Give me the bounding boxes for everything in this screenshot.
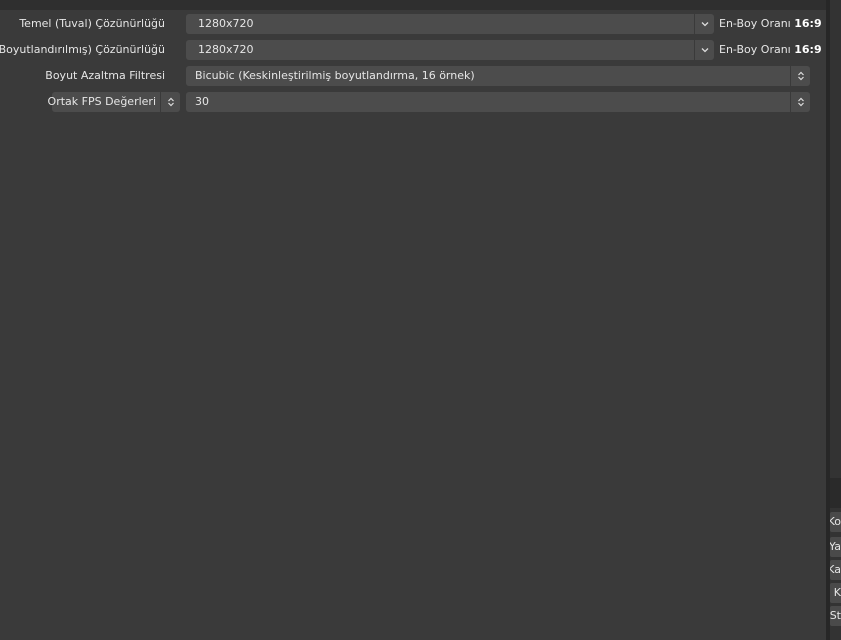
output-aspect-ratio: En-Boy Oranı 16:9	[719, 43, 822, 56]
side-button-1[interactable]: Ko	[830, 512, 841, 532]
downscale-filter-value: Bicubic (Keskinleştirilmiş boyutlandırma…	[195, 69, 475, 82]
up-down-arrows-icon[interactable]	[790, 66, 810, 86]
up-down-arrows-icon[interactable]	[790, 92, 810, 112]
controls-dock-header	[830, 478, 841, 508]
fps-type-value: Ortak FPS Değerleri	[47, 95, 156, 108]
output-resolution-row: Çıkış (Boyutlandırılmış) Çözünürlüğü 128…	[0, 40, 826, 60]
downscale-filter-label: Boyut Azaltma Filtresi	[45, 69, 165, 82]
output-resolution-label: Çıkış (Boyutlandırılmış) Çözünürlüğü	[0, 43, 165, 56]
fps-type-select[interactable]: Ortak FPS Değerleri	[48, 92, 180, 112]
base-resolution-value: 1280x720	[198, 17, 254, 30]
top-strip	[0, 0, 826, 10]
fps-value: 30	[195, 95, 209, 108]
up-down-arrows-icon[interactable]	[160, 92, 180, 112]
side-button-5[interactable]: St	[830, 606, 841, 626]
side-button-2[interactable]: Ya	[830, 537, 841, 557]
downscale-filter-select[interactable]: Bicubic (Keskinleştirilmiş boyutlandırma…	[186, 66, 810, 86]
fps-row: Ortak FPS Değerleri 30	[0, 92, 826, 112]
side-button-3[interactable]: Ka	[830, 560, 841, 580]
downscale-filter-row: Boyut Azaltma Filtresi Bicubic (Keskinle…	[0, 66, 826, 86]
side-button-4[interactable]: al K	[830, 583, 841, 603]
chevron-down-icon[interactable]	[694, 14, 714, 34]
base-aspect-ratio: En-Boy Oranı 16:9	[719, 17, 822, 30]
base-resolution-label: Temel (Tuval) Çözünürlüğü	[19, 17, 165, 30]
base-resolution-row: Temel (Tuval) Çözünürlüğü 1280x720 En-Bo…	[0, 14, 826, 34]
chevron-down-icon[interactable]	[694, 40, 714, 60]
fps-value-select[interactable]: 30	[186, 92, 810, 112]
output-resolution-combo[interactable]: 1280x720	[186, 40, 714, 60]
base-resolution-combo[interactable]: 1280x720	[186, 14, 714, 34]
output-resolution-value: 1280x720	[198, 43, 254, 56]
